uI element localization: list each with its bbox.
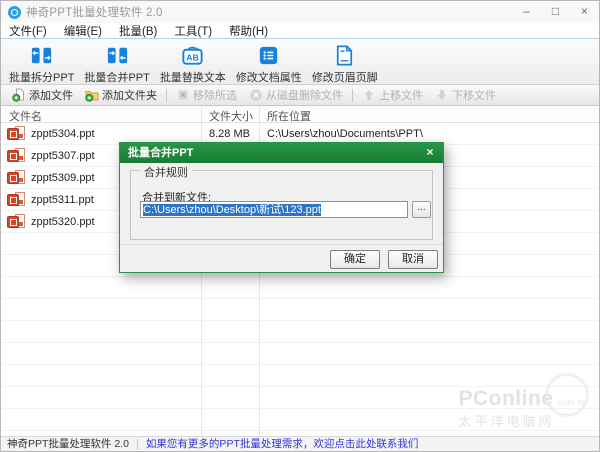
filebar-label: 上移文件	[379, 87, 423, 103]
file-table-header: 文件名 文件大小 所在位置	[1, 106, 599, 123]
dialog-divider	[120, 244, 443, 245]
ppt-file-icon	[7, 126, 27, 142]
column-header-location[interactable]: 所在位置	[267, 108, 311, 124]
delete-from-disk-icon	[249, 88, 263, 102]
close-button[interactable]: ×	[570, 1, 599, 23]
svg-text:AB: AB	[187, 53, 199, 63]
filebar-label: 移除所选	[193, 87, 237, 103]
app-window: 神奇PPT批量处理软件 2.0 – □ × 文件(F) 编辑(E) 批量(B) …	[0, 0, 600, 452]
status-divider	[137, 439, 138, 450]
maximize-button[interactable]: □	[541, 1, 570, 23]
file-name: zppt5307.ppt	[31, 150, 95, 162]
toolbar-button-doc-properties[interactable]: 修改文档属性	[231, 42, 307, 86]
remove-selected-icon	[176, 88, 190, 102]
ppt-file-icon	[7, 192, 27, 208]
main-toolbar: 批量拆分PPT 批量合并PPT AB 批量替换文本	[1, 39, 599, 85]
move-down-button[interactable]: 下移文件	[429, 87, 502, 103]
file-location: C:\Users\zhou\Documents\PPT\	[267, 128, 423, 140]
toolbar-label: 批量拆分PPT	[9, 69, 74, 85]
menu-item-file[interactable]: 文件(F)	[9, 23, 47, 39]
file-name: zppt5311.ppt	[31, 194, 94, 206]
ppt-file-icon	[7, 170, 27, 186]
file-size: 8.28 MB	[209, 128, 250, 140]
column-header-filename[interactable]: 文件名	[9, 108, 42, 124]
merge-ppt-dialog: 批量合并PPT × 合并规则 合并到新文件: C:\Users\zhou\Des…	[119, 142, 444, 273]
menu-item-help[interactable]: 帮助(H)	[229, 23, 268, 39]
ppt-file-icon	[7, 148, 27, 164]
menu-item-edit[interactable]: 编辑(E)	[64, 23, 102, 39]
move-up-button[interactable]: 上移文件	[356, 87, 429, 103]
filebar-label: 添加文件	[29, 87, 73, 103]
menu-item-batch[interactable]: 批量(B)	[119, 23, 157, 39]
move-down-icon	[435, 88, 449, 102]
toolbar-separator	[352, 89, 353, 102]
file-action-bar: 添加文件 添加文件夹 移除所选 从磁盘删除文件	[1, 85, 599, 106]
toolbar-label: 修改页眉页脚	[312, 69, 378, 85]
filebar-label: 添加文件夹	[102, 87, 157, 103]
add-file-button[interactable]: 添加文件	[6, 87, 79, 103]
move-up-icon	[362, 88, 376, 102]
status-bar: 神奇PPT批量处理软件 2.0 如果您有更多的PPT批量处理需求，欢迎点击此处联…	[1, 436, 599, 451]
filebar-label: 下移文件	[452, 87, 496, 103]
toolbar-button-replace-text[interactable]: AB 批量替换文本	[155, 42, 231, 86]
file-name: zppt5304.ppt	[31, 128, 95, 140]
toolbar-button-merge-ppt[interactable]: 批量合并PPT	[79, 42, 154, 86]
add-folder-icon	[85, 88, 99, 102]
merge-target-input[interactable]: C:\Users\zhou\Desktop\新试\123.ppt	[140, 201, 408, 218]
cancel-button[interactable]: 取消	[388, 250, 438, 269]
replace-text-icon: AB	[180, 43, 205, 68]
merge-rules-label: 合并规则	[140, 164, 192, 180]
ppt-file-icon	[7, 214, 27, 230]
doc-properties-icon	[256, 43, 281, 68]
toolbar-button-header-footer[interactable]: 修改页眉页脚	[307, 42, 383, 86]
contact-us-link[interactable]: 如果您有更多的PPT批量处理需求，欢迎点击此处联系我们	[146, 437, 418, 451]
header-footer-icon	[332, 43, 357, 68]
remove-selected-button[interactable]: 移除所选	[170, 87, 243, 103]
ok-button[interactable]: 确定	[330, 250, 380, 269]
minimize-button[interactable]: –	[512, 1, 541, 23]
app-logo-icon	[8, 6, 21, 19]
add-folder-button[interactable]: 添加文件夹	[79, 87, 163, 103]
add-file-icon	[12, 88, 26, 102]
dialog-close-icon[interactable]: ×	[417, 143, 443, 163]
merge-ppt-icon	[105, 43, 130, 68]
file-name: zppt5320.ppt	[31, 216, 95, 228]
window-titlebar: 神奇PPT批量处理软件 2.0 – □ ×	[1, 1, 599, 23]
toolbar-label: 批量合并PPT	[84, 69, 149, 85]
file-name: zppt5309.ppt	[31, 172, 95, 184]
column-header-filesize[interactable]: 文件大小	[209, 108, 253, 124]
dialog-title: 批量合并PPT	[120, 143, 443, 163]
menu-bar: 文件(F) 编辑(E) 批量(B) 工具(T) 帮助(H)	[1, 23, 599, 39]
window-title: 神奇PPT批量处理软件 2.0	[26, 4, 163, 20]
selected-text: C:\Users\zhou\Desktop\新试\123.ppt	[143, 204, 321, 216]
split-ppt-icon	[29, 43, 54, 68]
toolbar-label: 批量替换文本	[160, 69, 226, 85]
browse-button[interactable]: ...	[412, 201, 431, 218]
filebar-label: 从磁盘删除文件	[266, 87, 343, 103]
menu-item-tools[interactable]: 工具(T)	[174, 23, 212, 39]
delete-from-disk-button[interactable]: 从磁盘删除文件	[243, 87, 349, 103]
toolbar-button-split-ppt[interactable]: 批量拆分PPT	[4, 42, 79, 86]
toolbar-separator	[166, 89, 167, 102]
toolbar-label: 修改文档属性	[236, 69, 302, 85]
status-app-label: 神奇PPT批量处理软件 2.0	[7, 437, 129, 451]
